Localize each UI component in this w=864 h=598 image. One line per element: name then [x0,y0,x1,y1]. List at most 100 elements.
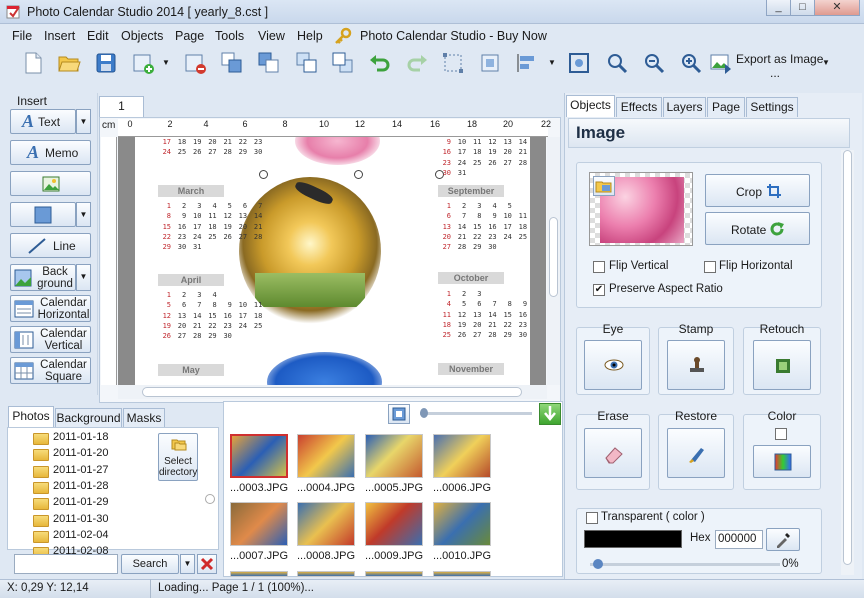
horizontal-scrollbar[interactable] [118,385,547,399]
folder-item[interactable]: 2011-01-27 [53,464,108,476]
align-icon[interactable] [514,50,540,76]
photo-thumbnail[interactable] [365,571,423,577]
search-input[interactable] [14,554,118,574]
maximize-button[interactable]: □ [790,0,815,16]
insert-calendar-vertical-button[interactable]: Calendar Vertical [10,326,91,353]
fit-page-icon[interactable] [566,50,592,76]
transparent-color-swatch[interactable] [584,530,682,548]
zoom-out-icon[interactable] [641,50,667,76]
add-page-dropdown-icon[interactable]: ▼ [162,58,170,67]
stamp-button[interactable] [667,340,725,390]
page-tab-1[interactable]: 1 [99,96,144,118]
tab-page[interactable]: Page [707,97,745,117]
photo-thumbnail[interactable] [433,502,491,546]
restore-button[interactable] [667,428,725,478]
select-directory-button[interactable]: Select directory [158,433,198,481]
insert-calendar-horizontal-button[interactable]: Calendar Horizontal [10,295,91,322]
rotate-button[interactable]: Rotate [705,212,810,245]
insert-memo-button[interactable]: A Memo [10,140,91,165]
photo-thumbnail[interactable] [365,434,423,478]
slider-thumb[interactable] [420,408,428,418]
download-icon[interactable] [539,403,561,425]
send-backward-icon[interactable] [330,50,356,76]
minimize-button[interactable]: _ [766,0,791,16]
menu-page[interactable]: Page [175,29,204,43]
redo-icon[interactable] [404,50,430,76]
insert-image-button[interactable] [10,171,91,196]
flip-vertical-checkbox[interactable] [593,261,605,273]
horizontal-scroll-thumb[interactable] [142,387,522,397]
menu-file[interactable]: File [12,29,32,43]
properties-scroll-thumb[interactable] [843,150,852,565]
remove-page-icon[interactable] [182,50,208,76]
transparent-checkbox[interactable] [586,512,598,524]
clear-search-button[interactable] [197,554,217,574]
erase-button[interactable] [584,428,642,478]
change-image-icon[interactable] [593,176,615,196]
tab-photos[interactable]: Photos [8,406,54,428]
group-icon[interactable] [477,50,503,76]
background-dropdown-icon[interactable]: ▼ [76,264,91,291]
open-folder-icon[interactable] [56,50,82,76]
folder-item[interactable]: 2011-02-04 [53,529,108,541]
save-icon[interactable] [93,50,119,76]
transparency-slider-thumb[interactable] [593,559,603,569]
insert-line-button[interactable]: Line [10,233,91,258]
menu-help[interactable]: Help [297,29,323,43]
undo-icon[interactable] [367,50,393,76]
menu-edit[interactable]: Edit [87,29,109,43]
tab-masks[interactable]: Masks [123,408,165,428]
insert-shape-button[interactable] [10,202,76,227]
folder-item[interactable]: 2011-01-29 [53,496,108,508]
color-button[interactable] [753,445,811,478]
insert-calendar-square-button[interactable]: Calendar Square [10,357,91,384]
thumbnail-size-slider[interactable] [420,408,532,418]
eye-button[interactable] [584,340,642,390]
folder-item[interactable]: 2011-01-28 [53,480,108,492]
tab-layers[interactable]: Layers [663,97,706,117]
export-as-image-button[interactable]: Export as Image [736,52,823,66]
search-dropdown-icon[interactable]: ▼ [180,554,195,574]
zoom-icon[interactable] [604,50,630,76]
tree-scroll-thumb[interactable] [205,494,215,504]
add-page-icon[interactable] [130,50,156,76]
photo-thumbnail[interactable] [230,502,288,546]
crop-button[interactable]: Crop [705,174,810,207]
bring-to-front-icon[interactable] [219,50,245,76]
buy-now-link[interactable]: Photo Calendar Studio - Buy Now [360,29,547,43]
export-image-icon[interactable] [708,50,734,76]
search-button[interactable]: Search [121,554,179,574]
tab-objects[interactable]: Objects [566,95,615,117]
photo-thumbnail[interactable] [230,434,288,478]
tab-background[interactable]: Background [55,408,122,428]
close-window-button[interactable]: ✕ [814,0,860,16]
bring-forward-icon[interactable] [294,50,320,76]
photo-thumbnail[interactable] [297,502,355,546]
photo-thumbnail[interactable] [433,571,491,577]
shape-dropdown-icon[interactable]: ▼ [76,202,91,227]
menu-view[interactable]: View [258,29,285,43]
zoom-in-icon[interactable] [678,50,704,76]
folder-item[interactable]: 2011-01-30 [53,513,108,525]
vertical-scroll-thumb[interactable] [549,217,558,297]
insert-text-button[interactable]: A Text [10,109,76,134]
color-checkbox[interactable] [775,428,787,440]
retouch-button[interactable] [753,340,811,390]
photo-thumbnail[interactable] [297,571,355,577]
flip-horizontal-checkbox[interactable] [704,261,716,273]
export-dropdown-icon[interactable]: ▼ [822,58,830,67]
new-file-icon[interactable] [20,50,46,76]
insert-background-button[interactable]: Back ground [10,264,76,291]
preserve-aspect-checkbox[interactable]: ✔ [593,284,605,296]
photo-thumbnail[interactable] [433,434,491,478]
send-to-back-icon[interactable] [256,50,282,76]
tab-settings[interactable]: Settings [746,97,798,117]
photo-thumbnail[interactable] [297,434,355,478]
properties-scrollbar[interactable] [841,150,854,575]
select-all-icon[interactable] [440,50,466,76]
eyedropper-button[interactable] [766,528,800,551]
selection-handle[interactable] [354,170,363,179]
menu-tools[interactable]: Tools [215,29,244,43]
thumbnail-view-button[interactable] [388,404,410,424]
folder-item[interactable]: 2011-01-20 [53,447,108,459]
